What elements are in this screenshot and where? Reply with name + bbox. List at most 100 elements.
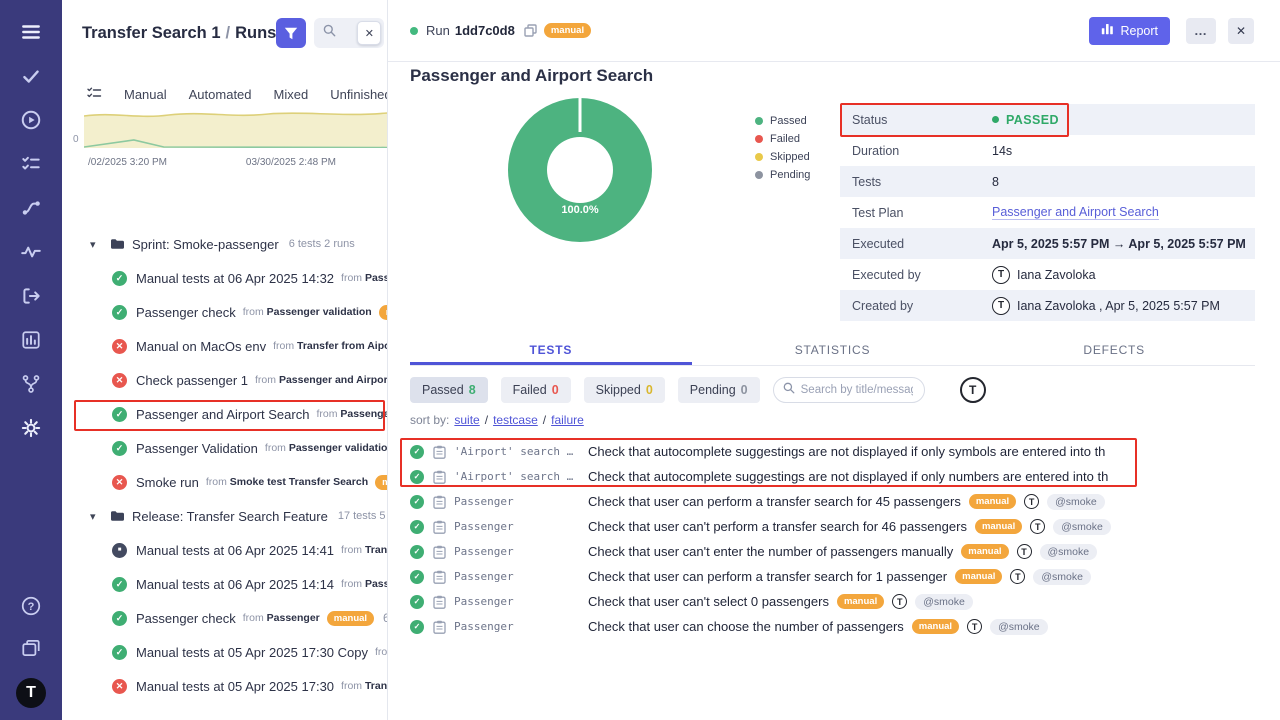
clipboard-icon <box>433 470 446 484</box>
search-icon <box>783 381 795 399</box>
test-row[interactable]: ✓PassengerCheck that user can perform a … <box>410 564 1280 589</box>
tab-tests[interactable]: TESTS <box>410 336 692 365</box>
test-title: Check that user can't select 0 passenger… <box>588 594 829 609</box>
tree-run-row[interactable]: ✓Manual tests at 06 Apr 2025 14:32from P… <box>62 261 387 295</box>
clipboard-icon <box>433 445 446 459</box>
branch-icon[interactable] <box>19 372 43 396</box>
reporter-t-icon: T <box>1017 544 1032 559</box>
legend-item-pending: Pending <box>755 166 810 184</box>
runs-panel-tabs-list: Manual Automated Mixed Unfinished <box>124 87 387 102</box>
folder-icon <box>110 510 124 522</box>
chevron-down-icon[interactable]: ▾ <box>90 510 110 523</box>
test-passed-icon: ✓ <box>410 620 424 634</box>
info-label: Executed by <box>852 268 992 282</box>
bar-chart-icon[interactable] <box>19 328 43 352</box>
test-suite: Passenger <box>454 545 582 558</box>
tree-run-row[interactable]: ✓Passenger checkfrom Passenger validatio… <box>62 295 387 329</box>
projects-icon[interactable] <box>19 636 43 660</box>
help-icon[interactable]: ? <box>19 594 43 618</box>
run-label: Manual tests at 06 Apr 2025 14:32 <box>136 271 334 286</box>
run-label: Passenger Validation <box>136 441 258 456</box>
gear-icon[interactable] <box>19 416 43 440</box>
reported-by-t-button[interactable]: T <box>960 377 986 403</box>
test-row[interactable]: ✓PassengerCheck that user can't perform … <box>410 514 1280 539</box>
info-label: Executed <box>852 237 992 251</box>
tree-run-row[interactable]: ✕Manual tests at 05 Apr 2025 17:30from T… <box>62 669 387 703</box>
filter-passed[interactable]: Passed8 <box>410 377 488 403</box>
filter-count: 0 <box>741 383 748 397</box>
test-row[interactable]: ✓'Airport' search …Check that autocomple… <box>410 439 1280 464</box>
copy-icon[interactable] <box>524 24 537 37</box>
sign-in-icon[interactable] <box>19 284 43 308</box>
search-close-button[interactable]: ✕ <box>357 21 381 45</box>
filter-failed[interactable]: Failed0 <box>501 377 571 403</box>
test-title: Check that user can't enter the number o… <box>588 544 953 559</box>
panel-tab-unfinished[interactable]: Unfinished <box>330 87 387 102</box>
workspace-logo[interactable]: T <box>16 678 46 708</box>
test-row[interactable]: ✓PassengerCheck that user can perform a … <box>410 489 1280 514</box>
test-row[interactable]: ✓PassengerCheck that user can choose the… <box>410 614 1280 639</box>
run-count: 6 <box>383 611 387 625</box>
checklist-icon[interactable] <box>19 152 43 176</box>
tree-run-row[interactable]: ✓Manual tests at 06 Apr 2025 14:14from P… <box>62 567 387 601</box>
tree-run-row[interactable]: ✓Passenger and Airport Searchfrom Passen… <box>62 397 387 431</box>
run-from: from Pass <box>341 272 387 284</box>
test-row[interactable]: ✓PassengerCheck that user can't select 0… <box>410 589 1280 614</box>
run-status-stopped-icon: ■ <box>112 543 127 558</box>
filter-button[interactable] <box>276 18 306 48</box>
info-label: Created by <box>852 299 992 313</box>
tree-folder-row[interactable]: ▾Release: Transfer Search Feature17 test… <box>62 499 387 533</box>
tree-run-row[interactable]: ✓Passenger checkfrom Passengermanual6 <box>62 601 387 635</box>
tree-run-row[interactable]: ✕Manual on MacOs envfrom Transfer from A… <box>62 329 387 363</box>
tree-run-row[interactable]: ✕Smoke runfrom Smoke test Transfer Searc… <box>62 465 387 499</box>
check-icon[interactable] <box>19 64 43 88</box>
legend-label: Passed <box>770 115 807 127</box>
run-status-passed-icon: ✓ <box>112 441 127 456</box>
filter-pending[interactable]: Pending0 <box>678 377 760 403</box>
panel-tab-manual[interactable]: Manual <box>124 87 167 102</box>
legend-label: Skipped <box>770 151 810 163</box>
test-row[interactable]: ✓'Airport' search …Check that autocomple… <box>410 464 1280 489</box>
panel-tab-mixed[interactable]: Mixed <box>274 87 309 102</box>
pulse-icon[interactable] <box>19 240 43 264</box>
tests-search-input[interactable] <box>801 384 913 396</box>
tag-badge: @smoke <box>990 619 1048 635</box>
breadcrumb-project[interactable]: Transfer Search 1 <box>82 24 221 43</box>
tab-statistics[interactable]: STATISTICS <box>692 336 974 365</box>
panel-tab-automated[interactable]: Automated <box>189 87 252 102</box>
menu-icon[interactable] <box>19 20 43 44</box>
run-status-failed-icon: ✕ <box>112 475 127 490</box>
manual-badge: manual <box>375 475 387 490</box>
chevron-down-icon[interactable]: ▾ <box>90 238 110 251</box>
test-plan-link[interactable]: Passenger and Airport Search <box>992 205 1159 220</box>
tests-filters: Passed8 Failed0 Skipped0 Pending0 T <box>410 377 986 403</box>
run-label: Manual tests at 05 Apr 2025 17:30 Copy <box>136 645 368 660</box>
sort-failure[interactable]: failure <box>551 413 584 427</box>
tab-defects[interactable]: DEFECTS <box>973 336 1255 365</box>
run-from-suite: Tran <box>365 680 387 692</box>
tree-run-row[interactable]: ✓Manual tests at 05 Apr 2025 17:30 Copyf… <box>62 635 387 669</box>
tree-run-row[interactable]: ✕Check passenger 1from Passenger and Air… <box>62 363 387 397</box>
manual-badge: manual <box>955 569 1002 584</box>
test-row[interactable]: ✓PassengerCheck that user can't enter th… <box>410 539 1280 564</box>
close-run-button[interactable]: ✕ <box>1228 18 1254 44</box>
tree-run-row[interactable]: ■Manual tests at 06 Apr 2025 14:41from T… <box>62 533 387 567</box>
more-actions-button[interactable]: … <box>1186 18 1216 44</box>
report-button[interactable]: Report <box>1089 17 1170 45</box>
filter-skipped[interactable]: Skipped0 <box>584 377 665 403</box>
info-row: Executed byTIana Zavoloka <box>840 259 1255 290</box>
run-from: from Smoke test Transfer Search <box>206 476 368 488</box>
select-runs-icon[interactable] <box>86 85 102 104</box>
runs-search[interactable]: ✕ <box>314 18 384 48</box>
run-from: from Transfer from Aiport <box>273 340 387 352</box>
flow-icon[interactable] <box>19 196 43 220</box>
info-row: ExecutedApr 5, 2025 5:57 PM → Apr 5, 202… <box>840 228 1255 259</box>
info-label: Duration <box>852 144 992 158</box>
sort-testcase[interactable]: testcase <box>493 413 538 427</box>
sort-separator: / <box>485 413 488 427</box>
tests-search[interactable] <box>773 377 925 403</box>
sort-suite[interactable]: suite <box>454 413 479 427</box>
tree-folder-row[interactable]: ▾Sprint: Smoke-passenger6 tests 2 runs <box>62 227 387 261</box>
tree-run-row[interactable]: ✓Passenger Validationfrom Passenger vali… <box>62 431 387 465</box>
play-circle-icon[interactable] <box>19 108 43 132</box>
